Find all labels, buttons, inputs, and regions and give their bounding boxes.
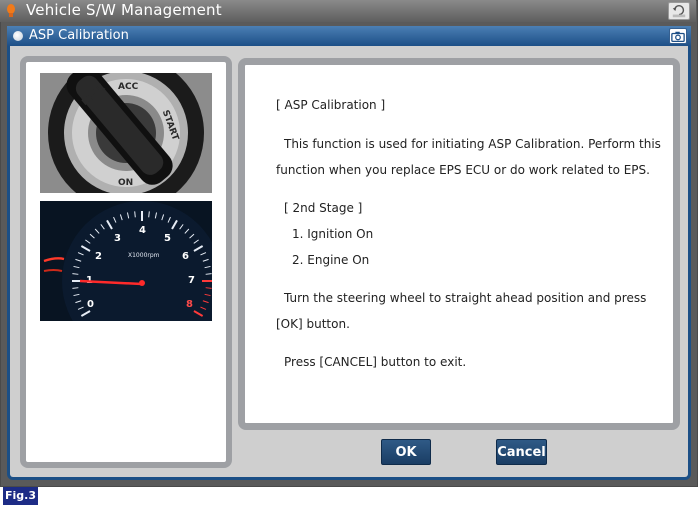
tach-tick <box>134 211 136 218</box>
ignition-label-on: ON <box>118 178 133 188</box>
tachometer-image: X1000rpm 0 1 2 3 4 5 6 7 8 <box>40 201 212 321</box>
bulb-icon <box>7 4 15 17</box>
instruction-panel <box>238 58 680 430</box>
retry-button[interactable] <box>668 2 690 20</box>
instruction-line-4: [OK] button. <box>276 317 350 331</box>
tach-tick <box>72 273 79 275</box>
instruction-line-3: Turn the steering wheel to straight ahea… <box>284 291 647 305</box>
window-title-bar: Vehicle S/W Management <box>0 0 696 22</box>
instruction-line-5: Press [CANCEL] button to exit. <box>284 355 467 369</box>
tach-number-3: 3 <box>114 233 121 244</box>
ignition-label-acc: ACC <box>118 82 139 92</box>
tach-number-5: 5 <box>164 233 171 244</box>
ignition-key-image: LOCK ACC START ON <box>40 73 212 193</box>
retry-icon <box>672 4 686 18</box>
tachometer-illustration: X1000rpm 0 1 2 3 4 5 6 7 8 <box>40 201 212 321</box>
dialog-bullet-icon <box>13 31 23 41</box>
tach-number-0: 0 <box>87 299 94 310</box>
ignition-key-illustration: LOCK ACC START ON <box>40 73 212 193</box>
tach-number-6: 6 <box>182 251 189 262</box>
tach-tick <box>205 273 212 275</box>
tach-number-8: 8 <box>186 299 193 310</box>
tach-unit-label: X1000rpm <box>128 252 160 259</box>
screenshot-button[interactable] <box>669 28 687 44</box>
tach-tick <box>205 287 212 289</box>
instruction-line-1: This function is used for initiating ASP… <box>284 137 661 151</box>
ok-button[interactable]: OK <box>381 439 431 465</box>
cancel-button[interactable]: Cancel <box>496 439 547 465</box>
camera-icon <box>671 31 685 43</box>
tach-tick <box>72 287 79 289</box>
tach-number-4: 4 <box>139 225 146 236</box>
step-ignition-on: 1. Ignition On <box>292 227 374 241</box>
dialog-title-bar: ASP Calibration <box>7 26 691 46</box>
tach-tick <box>148 211 150 218</box>
tach-number-2: 2 <box>95 251 102 262</box>
window-title: Vehicle S/W Management <box>26 1 222 19</box>
figure-label: Fig.3 <box>3 487 38 505</box>
step-engine-on: 2. Engine On <box>292 253 370 267</box>
instruction-line-2: function when you replace EPS ECU or do … <box>276 163 650 177</box>
instruction-heading: [ ASP Calibration ] <box>276 98 386 112</box>
tach-number-7: 7 <box>188 275 195 286</box>
stage-label: [ 2nd Stage ] <box>284 201 363 215</box>
dialog-title: ASP Calibration <box>29 28 129 43</box>
